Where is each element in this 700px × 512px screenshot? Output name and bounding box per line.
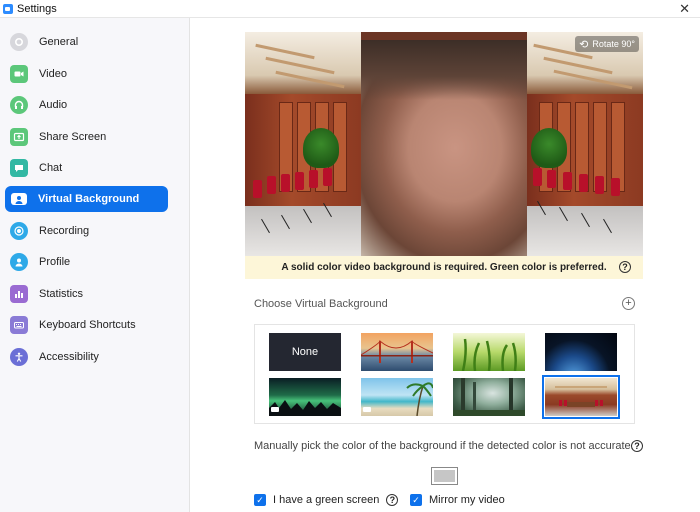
sidebar-item-label: Video (39, 68, 67, 80)
virtual-background-icon (11, 193, 27, 205)
sidebar-item-label: Virtual Background (38, 193, 140, 205)
background-aurora[interactable] (269, 378, 341, 416)
zoom-app-icon (3, 3, 13, 14)
sidebar-item-label: Keyboard Shortcuts (39, 319, 136, 331)
notice-text: A solid color video background is requir… (281, 262, 607, 273)
background-forest[interactable] (453, 378, 525, 416)
close-icon[interactable]: ✕ (679, 1, 690, 17)
sidebar-item-virtual-background[interactable]: Virtual Background (5, 186, 168, 212)
chat-bubble-icon (10, 159, 28, 177)
mirror-video-checkbox[interactable]: ✓ (410, 494, 422, 506)
sidebar-item-profile[interactable]: Profile (5, 249, 168, 275)
help-icon[interactable]: ? (619, 261, 631, 273)
sidebar-item-general[interactable]: General (5, 29, 168, 55)
blurred-person-video (361, 40, 549, 256)
sidebar-item-share-screen[interactable]: Share Screen (5, 124, 168, 150)
share-screen-icon (10, 128, 28, 146)
rotate-label: Rotate 90° (592, 39, 635, 49)
settings-sidebar: General Video Audio Share Screen Chat Vi… (0, 18, 190, 512)
sidebar-item-accessibility[interactable]: Accessibility (5, 344, 168, 370)
choose-background-title: Choose Virtual Background (254, 298, 388, 310)
background-color-picker[interactable] (431, 467, 458, 485)
sidebar-item-audio[interactable]: Audio (5, 92, 168, 118)
sidebar-item-chat[interactable]: Chat (5, 155, 168, 181)
add-background-button[interactable]: + (622, 297, 635, 310)
keyboard-icon (10, 316, 28, 334)
sidebar-item-label: Audio (39, 99, 68, 111)
background-none-label: None (291, 346, 319, 358)
green-screen-label: I have a green screen (273, 494, 380, 506)
window-title: Settings (17, 2, 57, 15)
background-gallery: None (254, 324, 635, 424)
background-golden-gate[interactable] (361, 333, 433, 371)
video-background-icon (271, 407, 279, 412)
green-screen-option[interactable]: ✓ I have a green screen ? (254, 494, 399, 506)
headphones-icon (10, 96, 28, 114)
manual-color-text: Manually pick the color of the backgroun… (254, 440, 634, 452)
conference-room-background-right (527, 32, 643, 256)
sidebar-item-label: Statistics (39, 288, 84, 300)
profile-icon (10, 253, 28, 271)
green-screen-notice: A solid color video background is requir… (245, 256, 643, 279)
sidebar-item-statistics[interactable]: Statistics (5, 281, 168, 307)
rotate-90-button[interactable]: ⟲ Rotate 90° (575, 36, 639, 52)
sidebar-item-label: General (39, 36, 79, 48)
video-preview: ⟲ Rotate 90° (245, 32, 643, 256)
sidebar-item-label: Recording (39, 225, 90, 237)
background-beach[interactable] (361, 378, 433, 416)
virtual-background-panel: ⟲ Rotate 90° A solid color video backgro… (191, 18, 700, 512)
sidebar-item-video[interactable]: Video (5, 61, 168, 87)
rotate-icon: ⟲ (579, 38, 589, 51)
sidebar-item-label: Profile (39, 256, 71, 268)
accessibility-icon (10, 348, 28, 366)
sidebar-item-label: Chat (39, 162, 63, 174)
recording-icon (10, 222, 28, 240)
video-camera-icon (10, 65, 28, 83)
sidebar-item-label: Accessibility (39, 351, 99, 363)
gear-icon (10, 33, 28, 51)
mirror-video-label: Mirror my video (429, 494, 505, 506)
title-bar: Settings ✕ (0, 0, 700, 18)
green-screen-checkbox[interactable]: ✓ (254, 494, 266, 506)
sidebar-item-recording[interactable]: Recording (5, 218, 168, 244)
color-swatch-fill (434, 470, 455, 482)
statistics-icon (10, 285, 28, 303)
mirror-video-option[interactable]: ✓ Mirror my video (410, 494, 505, 506)
help-icon[interactable]: ? (631, 440, 643, 452)
help-icon[interactable]: ? (386, 494, 399, 506)
background-earth-space[interactable] (545, 333, 617, 371)
background-grass[interactable] (453, 333, 525, 371)
video-background-icon (363, 407, 371, 412)
sidebar-item-label: Share Screen (39, 131, 107, 143)
background-none[interactable]: None (269, 333, 341, 371)
background-conference-room[interactable] (542, 375, 620, 419)
conference-room-background-left (245, 32, 361, 256)
sidebar-item-keyboard-shortcuts[interactable]: Keyboard Shortcuts (5, 312, 168, 338)
